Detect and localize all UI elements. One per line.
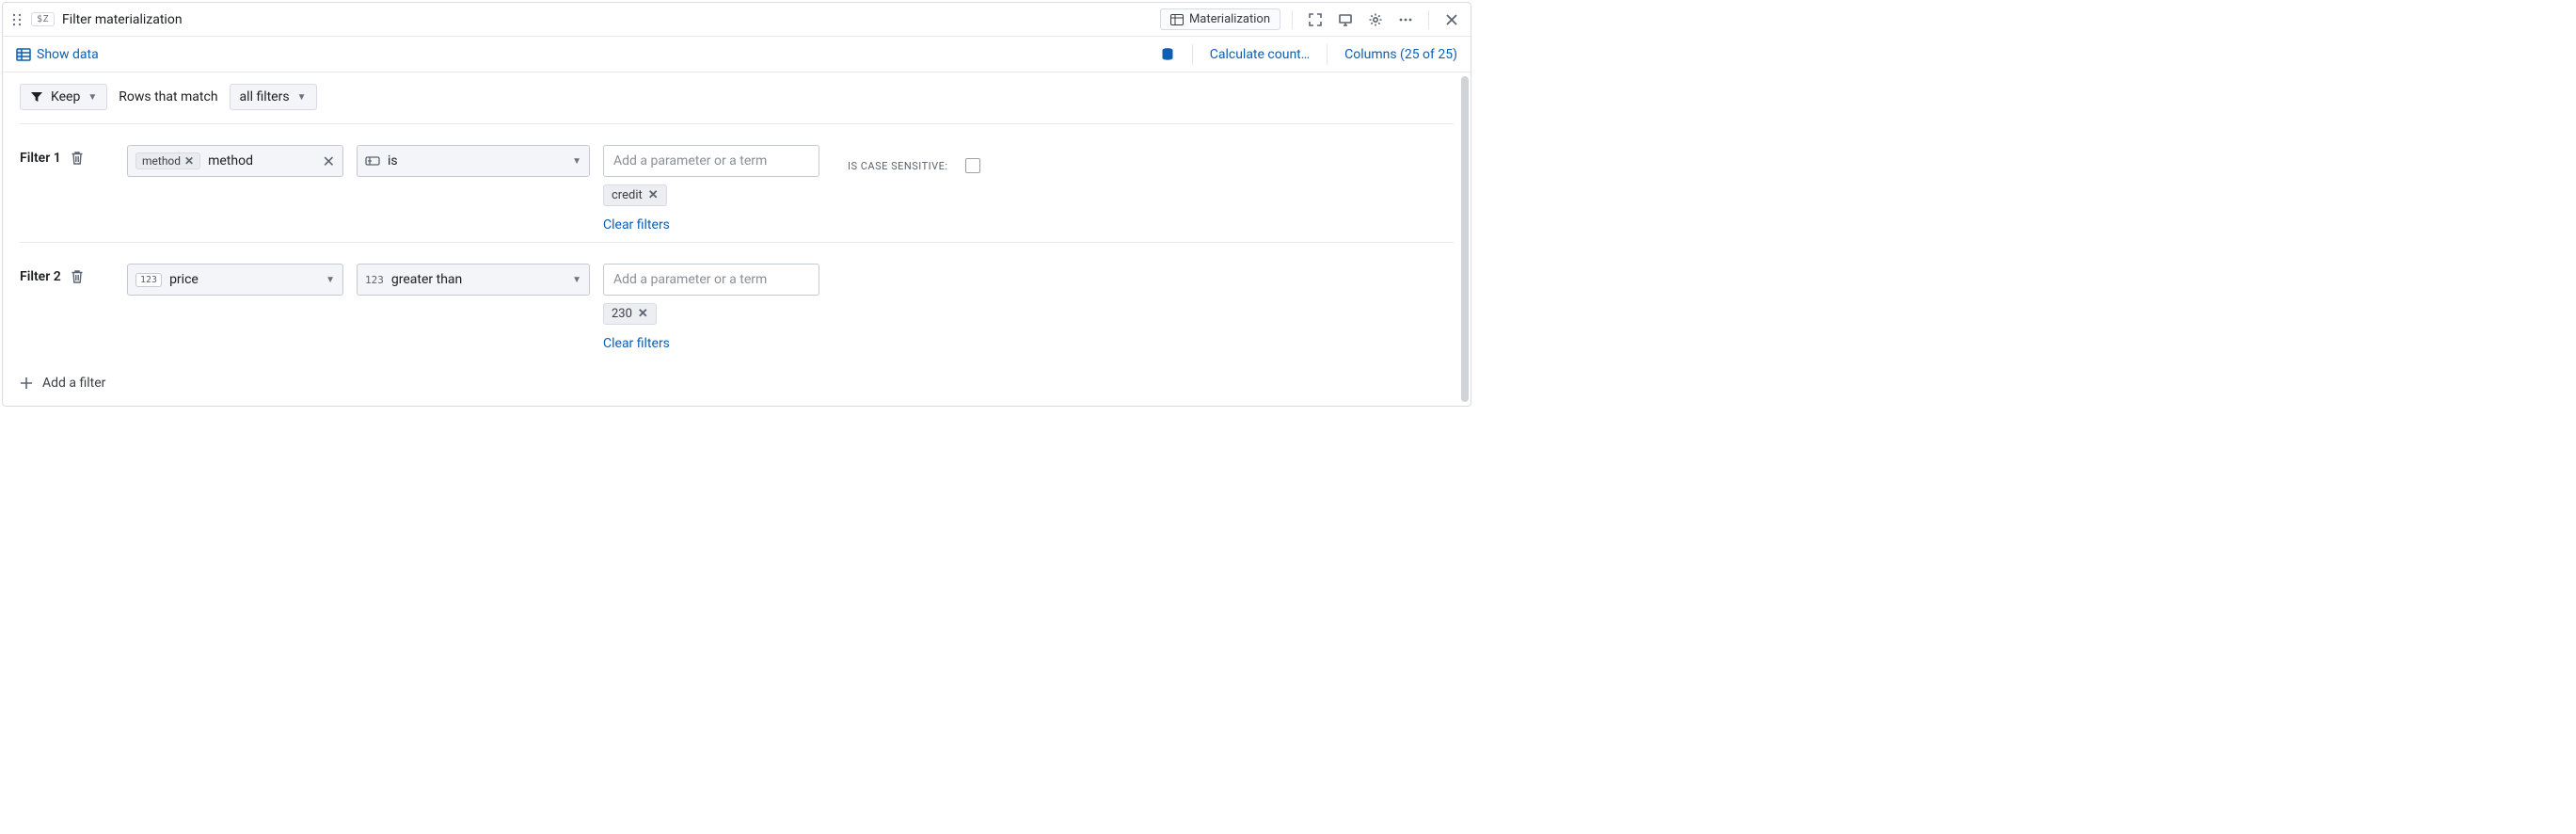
filter-1-case-sensitive: IS CASE SENSITIVE: bbox=[833, 145, 980, 173]
filter-2-value-input[interactable]: Add a parameter or a term bbox=[603, 264, 819, 296]
filter-1-operator-text: is bbox=[388, 153, 564, 168]
panel-body: Keep ▼ Rows that match all filters ▼ Fil… bbox=[3, 72, 1471, 406]
keep-select-label: Keep bbox=[51, 89, 80, 104]
filter-1-column-chip[interactable]: method ✕ bbox=[135, 152, 200, 169]
materialization-button-label: Materialization bbox=[1189, 12, 1270, 26]
numeric-type-badge: 123 bbox=[135, 273, 162, 287]
close-icon[interactable]: ✕ bbox=[184, 154, 194, 168]
filter-2-operator-text: greater than bbox=[391, 272, 564, 287]
columns-link[interactable]: Columns (25 of 25) bbox=[1344, 47, 1457, 62]
present-icon[interactable] bbox=[1334, 8, 1357, 31]
filter-1-value-chip-label: credit bbox=[612, 188, 643, 202]
table-icon bbox=[1170, 14, 1184, 25]
gear-icon[interactable] bbox=[1364, 8, 1387, 31]
calculate-counts-link[interactable]: Calculate count… bbox=[1210, 47, 1310, 62]
filter-2-operator-field[interactable]: 123 greater than ▼ bbox=[357, 264, 590, 296]
trash-icon bbox=[71, 269, 84, 284]
rows-that-match-label: Rows that match bbox=[119, 89, 217, 104]
close-icon[interactable]: ✕ bbox=[638, 307, 648, 321]
divider bbox=[1192, 44, 1193, 65]
filter-1-value-placeholder: Add a parameter or a term bbox=[613, 153, 767, 168]
scrollbar[interactable] bbox=[1461, 76, 1469, 402]
show-data-label: Show data bbox=[37, 47, 99, 62]
delete-filter-2-button[interactable] bbox=[71, 269, 84, 284]
filter-2-value-chip-label: 230 bbox=[612, 307, 632, 321]
chevron-down-icon: ▼ bbox=[326, 275, 335, 285]
clear-icon[interactable]: ✕ bbox=[323, 152, 335, 170]
show-data-icon bbox=[16, 48, 31, 61]
case-sensitive-checkbox[interactable] bbox=[965, 158, 980, 173]
filter-1-column-text: method bbox=[208, 153, 314, 168]
filter-2-column-field[interactable]: 123 price ▼ bbox=[127, 264, 343, 296]
panel-title: Filter materialization bbox=[62, 12, 183, 27]
plus-icon bbox=[20, 377, 33, 390]
more-icon[interactable] bbox=[1394, 8, 1417, 31]
divider bbox=[1327, 44, 1328, 65]
chevron-down-icon: ▼ bbox=[572, 156, 581, 167]
divider bbox=[20, 242, 1454, 243]
variable-badge: $Z bbox=[31, 12, 55, 26]
filter-1-column-chip-label: method bbox=[142, 154, 181, 168]
filter-1-clear-link[interactable]: Clear filters bbox=[603, 214, 819, 233]
filter-1-label: Filter 1 bbox=[20, 151, 61, 166]
filter-icon bbox=[30, 91, 43, 103]
filter-1-value-chip[interactable]: credit ✕ bbox=[603, 184, 667, 206]
add-filter-button[interactable]: Add a filter bbox=[20, 361, 1454, 391]
add-filter-label: Add a filter bbox=[42, 376, 105, 391]
chevron-down-icon: ▼ bbox=[572, 275, 581, 285]
filter-1-operator-field[interactable]: is ▼ bbox=[357, 145, 590, 177]
close-icon[interactable] bbox=[1440, 8, 1463, 31]
divider bbox=[1292, 10, 1293, 29]
case-sensitive-label: IS CASE SENSITIVE: bbox=[848, 160, 948, 172]
filter-row-1: Filter 1 method ✕ method ✕ is ▼ bbox=[20, 145, 1454, 233]
filter-panel: $Z Filter materialization Materializatio… bbox=[2, 2, 1471, 407]
chevron-down-icon: ▼ bbox=[87, 92, 97, 103]
filter-2-value-placeholder: Add a parameter or a term bbox=[613, 272, 767, 287]
filter-2-clear-link[interactable]: Clear filters bbox=[603, 332, 819, 351]
filter-row-2: Filter 2 123 price ▼ 123 greater than ▼ … bbox=[20, 264, 1454, 351]
materialization-button[interactable]: Materialization bbox=[1160, 8, 1280, 30]
close-icon[interactable]: ✕ bbox=[648, 188, 659, 202]
trash-icon bbox=[71, 151, 84, 166]
keep-row: Keep ▼ Rows that match all filters ▼ bbox=[20, 84, 1454, 123]
match-mode-label: all filters bbox=[240, 89, 290, 104]
divider bbox=[20, 123, 1454, 124]
filter-1-column-field[interactable]: method ✕ method ✕ bbox=[127, 145, 343, 177]
string-type-icon bbox=[365, 154, 380, 168]
drag-handle-icon[interactable] bbox=[10, 13, 24, 26]
expand-icon[interactable] bbox=[1304, 8, 1327, 31]
filter-2-value-chip[interactable]: 230 ✕ bbox=[603, 303, 657, 325]
filter-1-value-input[interactable]: Add a parameter or a term bbox=[603, 145, 819, 177]
delete-filter-1-button[interactable] bbox=[71, 151, 84, 166]
chevron-down-icon: ▼ bbox=[297, 92, 307, 103]
show-data-button[interactable]: Show data bbox=[16, 47, 99, 62]
divider bbox=[1428, 10, 1429, 29]
filter-2-column-text: price bbox=[169, 272, 318, 287]
match-mode-select[interactable]: all filters ▼ bbox=[230, 84, 317, 110]
filter-2-label: Filter 2 bbox=[20, 269, 61, 284]
panel-subheader: Show data Calculate count… Columns (25 o… bbox=[3, 37, 1471, 72]
database-icon[interactable] bbox=[1160, 47, 1175, 62]
panel-header: $Z Filter materialization Materializatio… bbox=[3, 3, 1471, 37]
numeric-type-badge: 123 bbox=[365, 274, 384, 286]
keep-select[interactable]: Keep ▼ bbox=[20, 84, 107, 110]
